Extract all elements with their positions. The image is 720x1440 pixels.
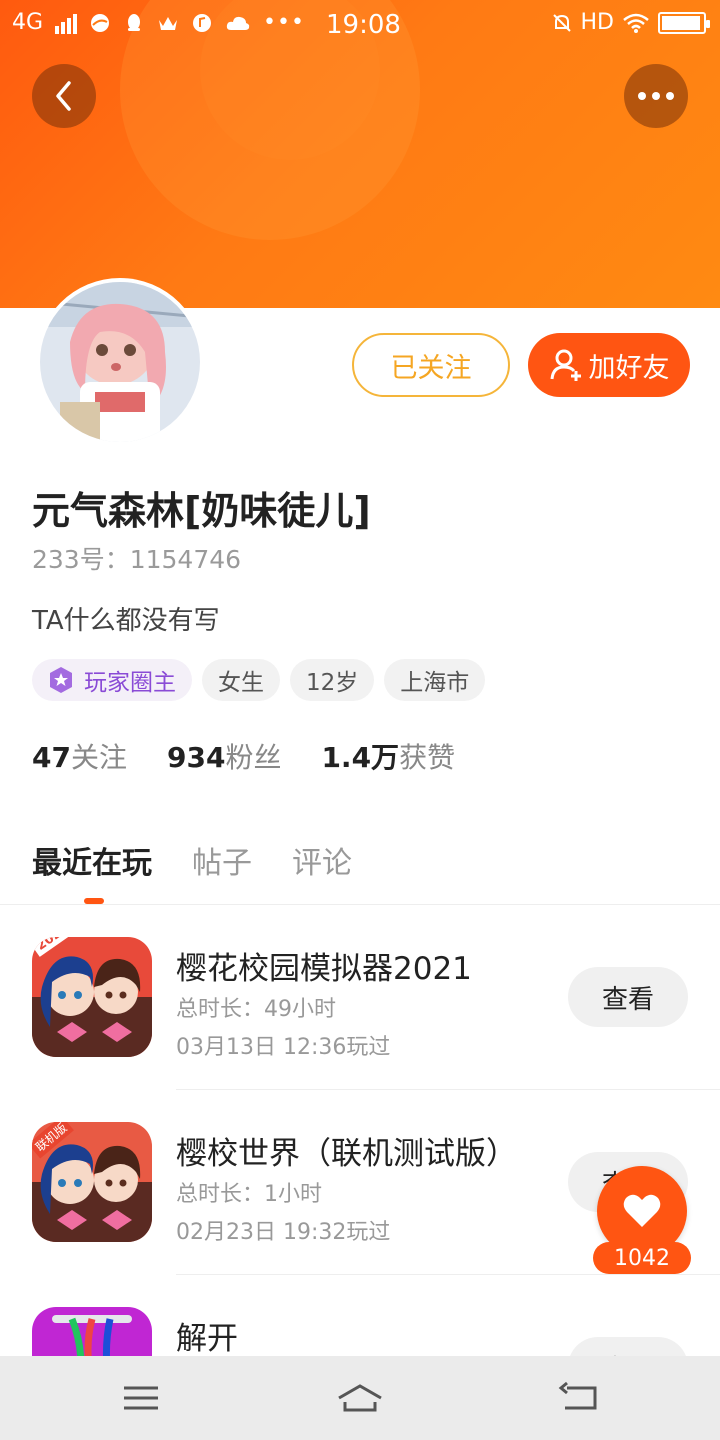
more-notifications-icon: ••• [263, 10, 305, 35]
avatar-image [40, 282, 200, 442]
list-item[interactable]: 解开 查看 [0, 1275, 720, 1356]
view-button[interactable]: 查看 [568, 1337, 688, 1356]
network-label: 4G [12, 10, 44, 35]
tab-comments[interactable]: 评论 [292, 838, 352, 882]
back-button[interactable] [32, 64, 96, 128]
stat-likes[interactable]: 1.4万获赞 [321, 736, 455, 776]
followed-button[interactable]: 已关注 [352, 333, 510, 397]
game-icon [32, 1307, 152, 1356]
user-bio: TA什么都没有写 [32, 606, 220, 636]
add-user-icon [550, 349, 581, 381]
battery-icon [658, 11, 710, 34]
status-bar: 4G ••• 19:08 HD [0, 0, 720, 50]
back-icon[interactable] [555, 1380, 605, 1416]
cloud-icon [226, 16, 250, 30]
game-icon: 2021 [32, 937, 152, 1057]
tag-label: 玩家圈主 [84, 670, 176, 696]
menu-icon[interactable] [116, 1380, 166, 1416]
crown-icon [159, 16, 178, 30]
more-button[interactable] [624, 64, 688, 128]
tag-gender: 女生 [202, 659, 280, 701]
status-time: 19:08 [326, 10, 401, 40]
wifi-icon [623, 13, 649, 33]
heart-icon [623, 1194, 661, 1227]
chevron-left-icon [56, 81, 71, 111]
stat-following[interactable]: 47关注 [32, 736, 127, 776]
home-icon[interactable] [335, 1380, 385, 1416]
tab-recently-played[interactable]: 最近在玩 [32, 838, 152, 882]
game-icon: 联机版 [32, 1122, 152, 1242]
game-last-played: 02月23日 19:32玩过 [176, 1220, 391, 1245]
game-duration: 总时长：49小时 [176, 997, 336, 1022]
add-friend-label: 加好友 [588, 352, 670, 384]
username: 元气森林[奶味徒儿] [32, 489, 371, 533]
more-horizontal-icon [638, 92, 674, 100]
tag-city: 上海市 [384, 659, 486, 701]
browser-icon [91, 13, 110, 32]
tag-age: 12岁 [290, 659, 375, 701]
tab-bar: 最近在玩 帖子 评论 [32, 838, 352, 882]
music-icon [193, 13, 212, 32]
game-title: 樱校世界（联机测试版） [176, 1136, 517, 1172]
signal-icon [55, 12, 78, 34]
star-badge-icon [50, 667, 72, 693]
stats-row: 47关注 934粉丝 1.4万获赞 [32, 736, 455, 776]
game-last-played: 03月13日 12:36玩过 [176, 1035, 391, 1060]
user-id: 233号：1154746 [32, 545, 242, 574]
add-friend-button[interactable]: 加好友 [528, 333, 690, 397]
profile-header: 4G ••• 19:08 HD [0, 0, 720, 308]
game-duration: 总时长：1小时 [176, 1182, 322, 1207]
tag-circle-owner[interactable]: 玩家圈主 [32, 659, 192, 701]
game-title: 樱花校园模拟器2021 [176, 951, 472, 987]
tag-list: 玩家圈主 女生 12岁 上海市 [32, 659, 486, 701]
view-button[interactable]: 查看 [568, 967, 688, 1027]
mute-bell-icon [552, 13, 571, 32]
like-count-badge: 1042 [593, 1242, 691, 1274]
tab-posts[interactable]: 帖子 [192, 838, 252, 882]
list-item[interactable]: 2021 樱花校园模拟器2021 总时长：49小时 03月13日 12:36玩过… [0, 905, 720, 1090]
hd-label: HD [580, 10, 614, 35]
game-title: 解开 [176, 1321, 238, 1356]
stat-fans[interactable]: 934粉丝 [167, 736, 281, 776]
qq-icon [128, 13, 141, 31]
avatar[interactable] [36, 278, 204, 446]
system-nav-bar [0, 1356, 720, 1440]
